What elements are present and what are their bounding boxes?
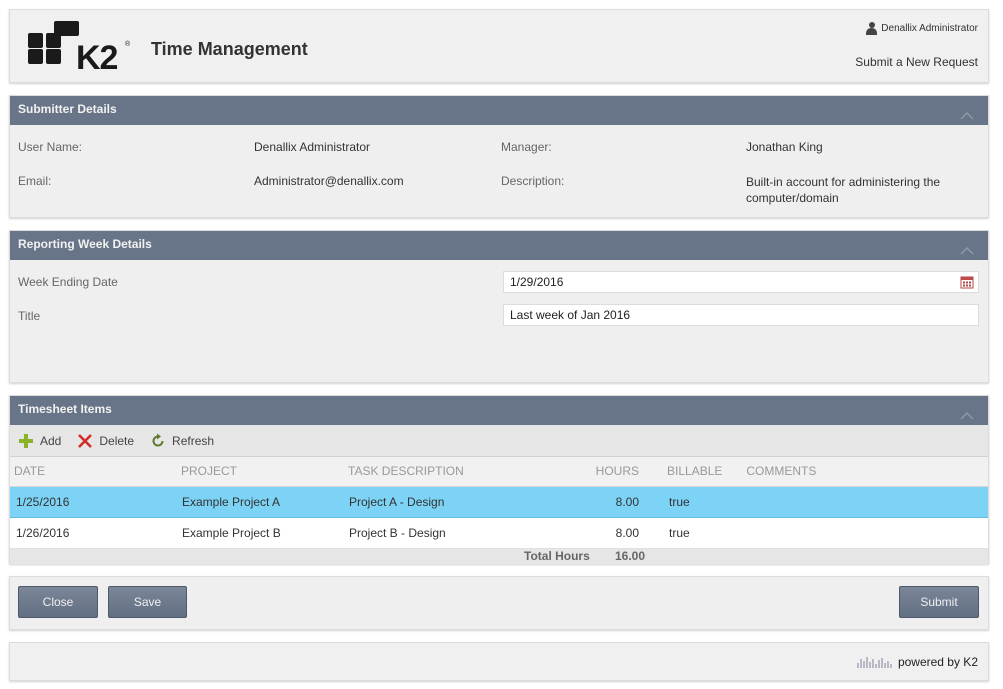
close-icon	[78, 433, 93, 448]
powered-by-text: powered by K2	[897, 655, 978, 669]
logo-text: K2	[76, 39, 118, 77]
submit-new-request-link[interactable]: Submit a New Request	[855, 55, 978, 69]
save-button[interactable]: Save	[108, 586, 187, 618]
cell-hours: 8.00	[533, 486, 643, 518]
app-header: K2 ® Time Management Denallix Administra…	[9, 9, 989, 83]
description-value: Built-in account for administering the c…	[746, 175, 941, 205]
column-header-billable[interactable]: BILLABLE	[643, 457, 723, 487]
timesheet-items-header[interactable]: Timesheet Items	[10, 396, 988, 425]
app-title: Time Management	[151, 39, 308, 59]
column-header-task[interactable]: TASK DESCRIPTION	[343, 457, 533, 487]
section-title: Submitter Details	[18, 102, 117, 116]
user-name-value: Denallix Administrator	[254, 140, 371, 154]
k2-logo: K2 ®	[28, 21, 138, 77]
column-header-comments[interactable]: COMMENTS	[722, 457, 988, 487]
total-hours-value: 16.00	[615, 548, 646, 563]
refresh-icon	[152, 433, 164, 446]
description-label: Description:	[501, 174, 565, 188]
footer: powered by K2	[9, 642, 989, 681]
cell-billable: true	[643, 517, 723, 549]
current-user-name: Denallix Administrator	[881, 23, 978, 34]
reporting-week-header[interactable]: Reporting Week Details	[10, 231, 988, 260]
user-name-label: User Name:	[18, 140, 83, 154]
email-value: Administrator@denallix.com	[254, 174, 404, 188]
section-title: Timesheet Items	[18, 402, 112, 416]
cell-billable: true	[643, 486, 723, 518]
submitter-details-section: Submitter Details User Name: Denallix Ad…	[9, 95, 989, 218]
email-label: Email:	[18, 174, 52, 188]
total-hours-label: Total Hours	[524, 548, 590, 563]
k2-mini-logo-icon	[856, 656, 892, 668]
cell-project: Example Project A	[176, 486, 343, 518]
timesheet-grid: DATE PROJECT TASK DESCRIPTION HOURS BILL…	[10, 457, 988, 564]
plus-icon	[19, 433, 33, 448]
delete-label: Delete	[99, 433, 135, 448]
week-ending-label: Week Ending Date	[18, 275, 118, 289]
cell-hours: 8.00	[533, 517, 643, 549]
user-icon	[866, 22, 878, 35]
week-ending-value: 1/29/2016	[510, 275, 564, 289]
cell-date: 1/26/2016	[10, 517, 176, 549]
current-user: Denallix Administrator	[866, 22, 978, 35]
table-row[interactable]: 1/26/2016 Example Project B Project B - …	[10, 517, 988, 549]
grid-toolbar: Add Delete Refresh	[10, 425, 988, 457]
manager-value: Jonathan King	[746, 140, 823, 154]
reporting-week-section: Reporting Week Details Week Ending Date …	[9, 230, 989, 383]
column-header-date[interactable]: DATE	[10, 457, 176, 487]
cell-comments	[722, 517, 988, 549]
title-label: Title	[18, 309, 41, 323]
chevron-up-icon[interactable]	[960, 104, 974, 120]
column-header-project[interactable]: PROJECT	[176, 457, 343, 487]
add-button[interactable]: Add	[18, 433, 61, 449]
calendar-icon[interactable]	[960, 275, 974, 289]
section-title: Reporting Week Details	[18, 237, 152, 251]
close-button[interactable]: Close	[18, 586, 98, 618]
powered-by: powered by K2	[856, 655, 978, 669]
chevron-up-icon[interactable]	[960, 239, 974, 255]
add-label: Add	[40, 433, 62, 448]
refresh-button[interactable]: Refresh	[150, 433, 214, 449]
week-ending-date-picker[interactable]: 1/29/2016	[503, 271, 979, 293]
chevron-up-icon[interactable]	[960, 404, 974, 420]
cell-task: Project A - Design	[343, 486, 533, 518]
action-bar: Close Save Submit	[9, 576, 989, 630]
cell-project: Example Project B	[176, 517, 343, 549]
table-row[interactable]: 1/25/2016 Example Project A Project A - …	[10, 486, 988, 518]
cell-date: 1/25/2016	[10, 486, 176, 518]
title-value: Last week of Jan 2016	[510, 308, 631, 322]
title-input[interactable]: Last week of Jan 2016	[503, 304, 979, 326]
refresh-label: Refresh	[172, 433, 215, 448]
total-row: Total Hours 16.00	[10, 548, 988, 564]
submitter-details-header[interactable]: Submitter Details	[10, 96, 988, 125]
cell-comments	[722, 486, 988, 518]
timesheet-items-section: Timesheet Items Add Delete Refresh DATE …	[9, 395, 989, 564]
submit-button[interactable]: Submit	[899, 586, 979, 618]
column-header-hours[interactable]: HOURS	[533, 457, 643, 487]
manager-label: Manager:	[501, 140, 552, 154]
cell-task: Project B - Design	[343, 517, 533, 549]
delete-button[interactable]: Delete	[77, 433, 134, 449]
